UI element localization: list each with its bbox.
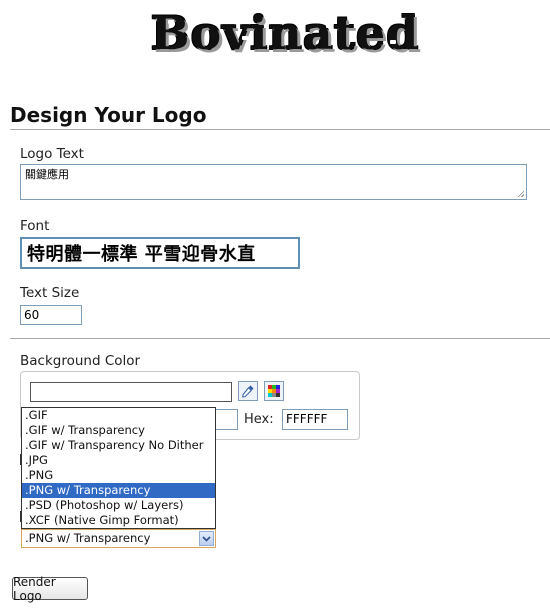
logo-text-input[interactable]: 關鍵應用 <box>20 164 527 200</box>
format-option[interactable]: .PSD (Photoshop w/ Layers) <box>22 498 215 513</box>
format-option[interactable]: .GIF w/ Transparency <box>22 423 215 438</box>
format-option[interactable]: .GIF <box>22 408 215 423</box>
format-select[interactable]: .PNG w/ Transparency <box>21 529 216 548</box>
color-input[interactable] <box>30 382 232 402</box>
color-palette-icon <box>268 385 280 397</box>
background-color-label: Background Color <box>20 353 141 369</box>
format-dropdown-list[interactable]: .GIF .GIF w/ Transparency .GIF w/ Transp… <box>21 407 216 529</box>
hex-label: Hex: <box>244 412 274 427</box>
hex-input[interactable]: FFFFFF <box>282 409 348 430</box>
text-size-input[interactable]: 60 <box>20 305 82 325</box>
logo-text-value: 關鍵應用 <box>25 168 69 181</box>
font-selector[interactable]: 特明體一標準 平雪迎骨水直 <box>20 237 300 269</box>
format-option-selected[interactable]: .PNG w/ Transparency <box>22 483 215 498</box>
resize-grip-icon[interactable] <box>517 190 524 197</box>
logo-text-label: Logo Text <box>20 146 84 162</box>
render-logo-button[interactable]: Render Logo <box>12 574 88 603</box>
logo-texture <box>168 20 174 24</box>
title-divider <box>10 129 550 130</box>
section-divider <box>10 338 550 339</box>
dropdown-button[interactable] <box>199 531 214 546</box>
format-option[interactable]: .GIF w/ Transparency No Dither <box>22 438 215 453</box>
eyedropper-icon <box>242 385 254 398</box>
color-component-input[interactable] <box>216 409 238 430</box>
logo-texture <box>326 24 332 28</box>
format-option[interactable]: .JPG <box>22 453 215 468</box>
font-label: Font <box>20 218 50 234</box>
render-logo-label: Render Logo <box>13 574 56 603</box>
logo-texture <box>242 36 248 40</box>
text-size-value: 60 <box>24 308 40 322</box>
font-preview-text: 特明體一標準 平雪迎骨水直 <box>27 244 256 265</box>
chevron-down-icon <box>202 535 211 542</box>
page-title: Design Your Logo <box>10 103 207 127</box>
format-option[interactable]: .PNG <box>22 468 215 483</box>
site-logo: Bovinated <box>130 6 440 60</box>
hex-value: FFFFFF <box>286 412 328 426</box>
eyedropper-button[interactable] <box>238 381 258 401</box>
format-option[interactable]: .XCF (Native Gimp Format) <box>22 513 215 528</box>
text-size-label: Text Size <box>20 285 80 301</box>
color-palette-button[interactable] <box>264 381 284 401</box>
format-select-value: .PNG w/ Transparency <box>25 531 151 545</box>
logo-texture <box>390 40 396 44</box>
site-logo-text: Bovinated <box>150 6 420 60</box>
